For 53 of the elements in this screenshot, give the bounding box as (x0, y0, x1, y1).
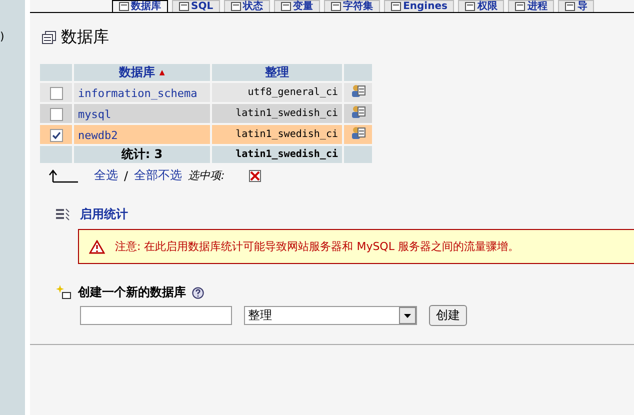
warning-text: 注意: 在此启用数据库统计可能导致网站服务器和 MySQL 服务器之间的流量骤增。 (115, 239, 519, 254)
uncheck-all-link[interactable]: 全部不选 (134, 167, 182, 184)
total-cell: 统计: 3 (74, 146, 210, 163)
privileges-icon[interactable] (350, 126, 366, 140)
tab-icon (179, 2, 189, 11)
tab-icon (231, 2, 242, 11)
page-heading: 数据库 (61, 27, 109, 48)
new-database-icon (56, 285, 72, 300)
tab[interactable]: 变量 (274, 0, 320, 12)
collation-cell: utf8_general_ci (212, 83, 342, 102)
warning-icon (89, 240, 105, 254)
tab-icon (331, 2, 342, 11)
tab-icon (465, 2, 476, 11)
database-name-field[interactable] (80, 306, 232, 325)
row-checkbox[interactable] (50, 108, 62, 121)
tab-icon (565, 2, 576, 11)
delete-icon[interactable] (248, 170, 261, 182)
tab[interactable]: 进程 (508, 0, 554, 12)
column-header[interactable]: 整理 (212, 64, 342, 81)
tab[interactable]: 状态 (224, 0, 270, 12)
database-link[interactable]: mysql (78, 108, 112, 120)
enable-statistics-link[interactable]: 启用统计 (80, 206, 128, 223)
tab-icon (281, 2, 292, 11)
tab[interactable]: 字符集 (324, 0, 380, 12)
tab[interactable]: SQL (172, 0, 220, 12)
check-all-link[interactable]: 全选 (94, 167, 118, 184)
create-button[interactable]: 创建 (429, 305, 467, 326)
arrow-up-icon (48, 168, 78, 182)
create-database-title: 创建一个新的数据库 (78, 284, 186, 301)
dropdown-arrow-icon[interactable] (404, 314, 411, 318)
database-icon (42, 31, 56, 44)
collation-cell: latin1_swedish_ci (212, 104, 342, 123)
collation-cell: latin1_swedish_ci (212, 125, 342, 144)
tab[interactable]: Engines (384, 0, 454, 12)
header-cell (344, 64, 372, 81)
frame-text: ) (0, 30, 4, 43)
privileges-icon[interactable] (350, 84, 366, 98)
collation-cell: latin1_swedish_ci (212, 146, 342, 163)
tab[interactable]: 权限 (458, 0, 504, 12)
collation-select[interactable]: 整理 (244, 306, 417, 325)
row-checkbox[interactable] (50, 128, 62, 142)
separator-text: / (124, 168, 128, 182)
row-checkbox[interactable] (50, 86, 62, 100)
privileges-icon[interactable] (350, 105, 366, 119)
with-selected-label: 选中项: (188, 168, 225, 183)
tab-icon (515, 2, 526, 11)
tab-icon (119, 2, 129, 11)
list-icon (56, 208, 70, 221)
tab-icon (391, 2, 402, 11)
tab[interactable]: 导 (558, 0, 594, 12)
help-icon[interactable] (192, 286, 204, 298)
header-cell (40, 64, 72, 81)
tab[interactable]: 数据库 (112, 0, 168, 12)
